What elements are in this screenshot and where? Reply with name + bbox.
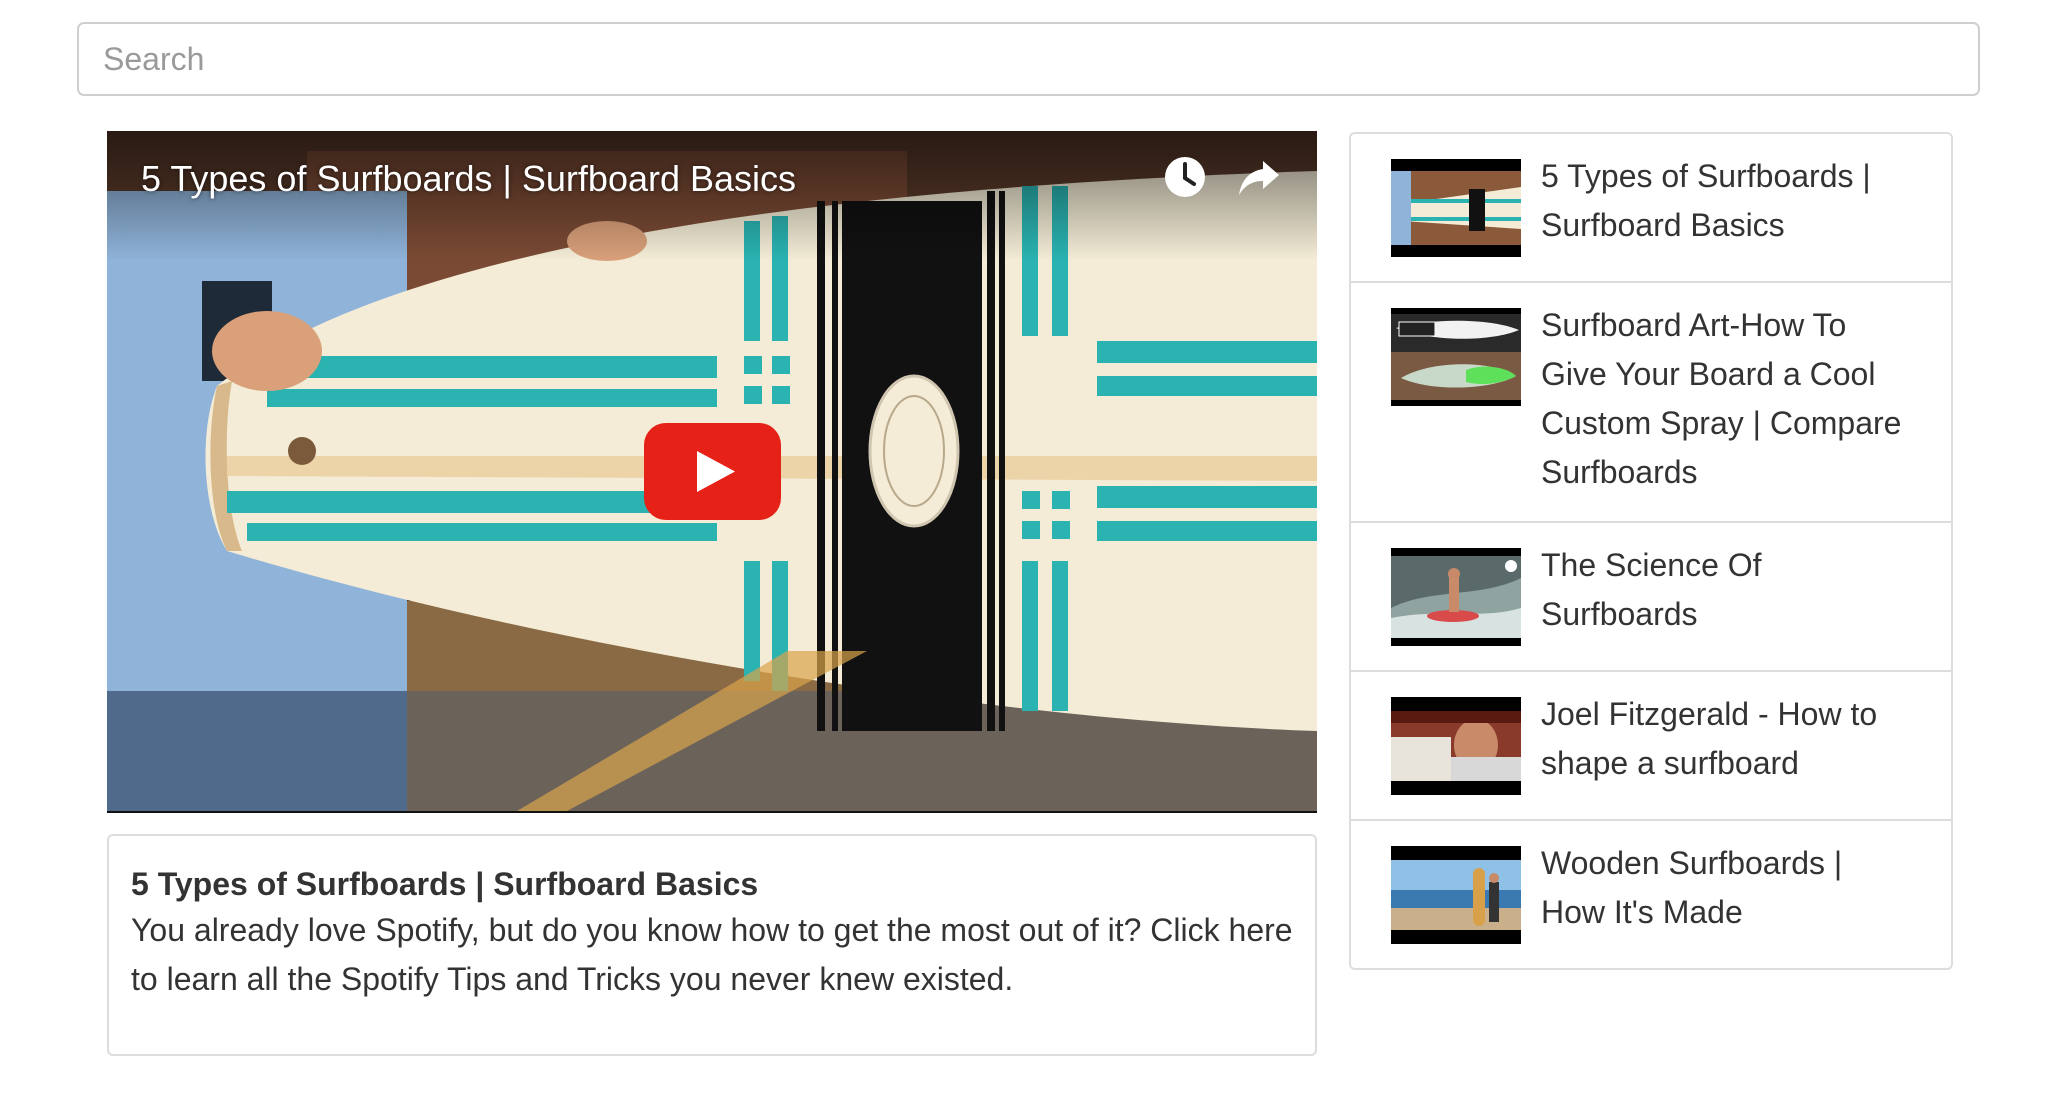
page: 5 Types of Surfboards | Surfboard Basics… [0,0,2060,1104]
video-list-item-title[interactable]: The Science Of Surfboards [1541,541,1911,639]
video-list-item[interactable]: 5 Types of Surfboards | Surfboard Basics [1351,134,1951,281]
video-list-item-title[interactable]: Wooden Surfboards | How It's Made [1541,839,1911,937]
video-list-item[interactable]: The Science Of Surfboards [1351,521,1951,670]
video-thumbnail[interactable] [1391,308,1521,406]
share-arrow-icon[interactable] [1235,153,1283,201]
video-list-item[interactable]: Joel Fitzgerald - How to shape a surfboa… [1351,670,1951,819]
search-input[interactable] [77,22,1980,96]
video-list-item[interactable]: Wooden Surfboards | How It's Made [1351,819,1951,968]
play-icon[interactable] [644,423,781,520]
video-list-item-title[interactable]: Surfboard Art-How To Give Your Board a C… [1541,301,1911,497]
video-list-item-title[interactable]: Joel Fitzgerald - How to shape a surfboa… [1541,690,1911,788]
video-detail-title: 5 Types of Surfboards | Surfboard Basics [131,866,759,902]
video-thumbnail[interactable] [1391,548,1521,646]
video-thumbnail[interactable] [1391,159,1521,257]
video-thumbnail[interactable] [1391,697,1521,795]
video-list-item[interactable]: Surfboard Art-How To Give Your Board a C… [1351,281,1951,521]
video-detail-card: 5 Types of Surfboards | Surfboard Basics… [107,834,1317,1056]
video-detail-description: You already love Spotify, but do you kno… [131,912,1293,997]
player-title[interactable]: 5 Types of Surfboards | Surfboard Basics [141,158,796,200]
video-list-item-title[interactable]: 5 Types of Surfboards | Surfboard Basics [1541,152,1911,250]
video-list: 5 Types of Surfboards | Surfboard Basics… [1349,132,1953,970]
clock-icon[interactable] [1161,153,1209,201]
video-thumbnail[interactable] [1391,846,1521,944]
video-player[interactable]: 5 Types of Surfboards | Surfboard Basics [107,131,1317,813]
